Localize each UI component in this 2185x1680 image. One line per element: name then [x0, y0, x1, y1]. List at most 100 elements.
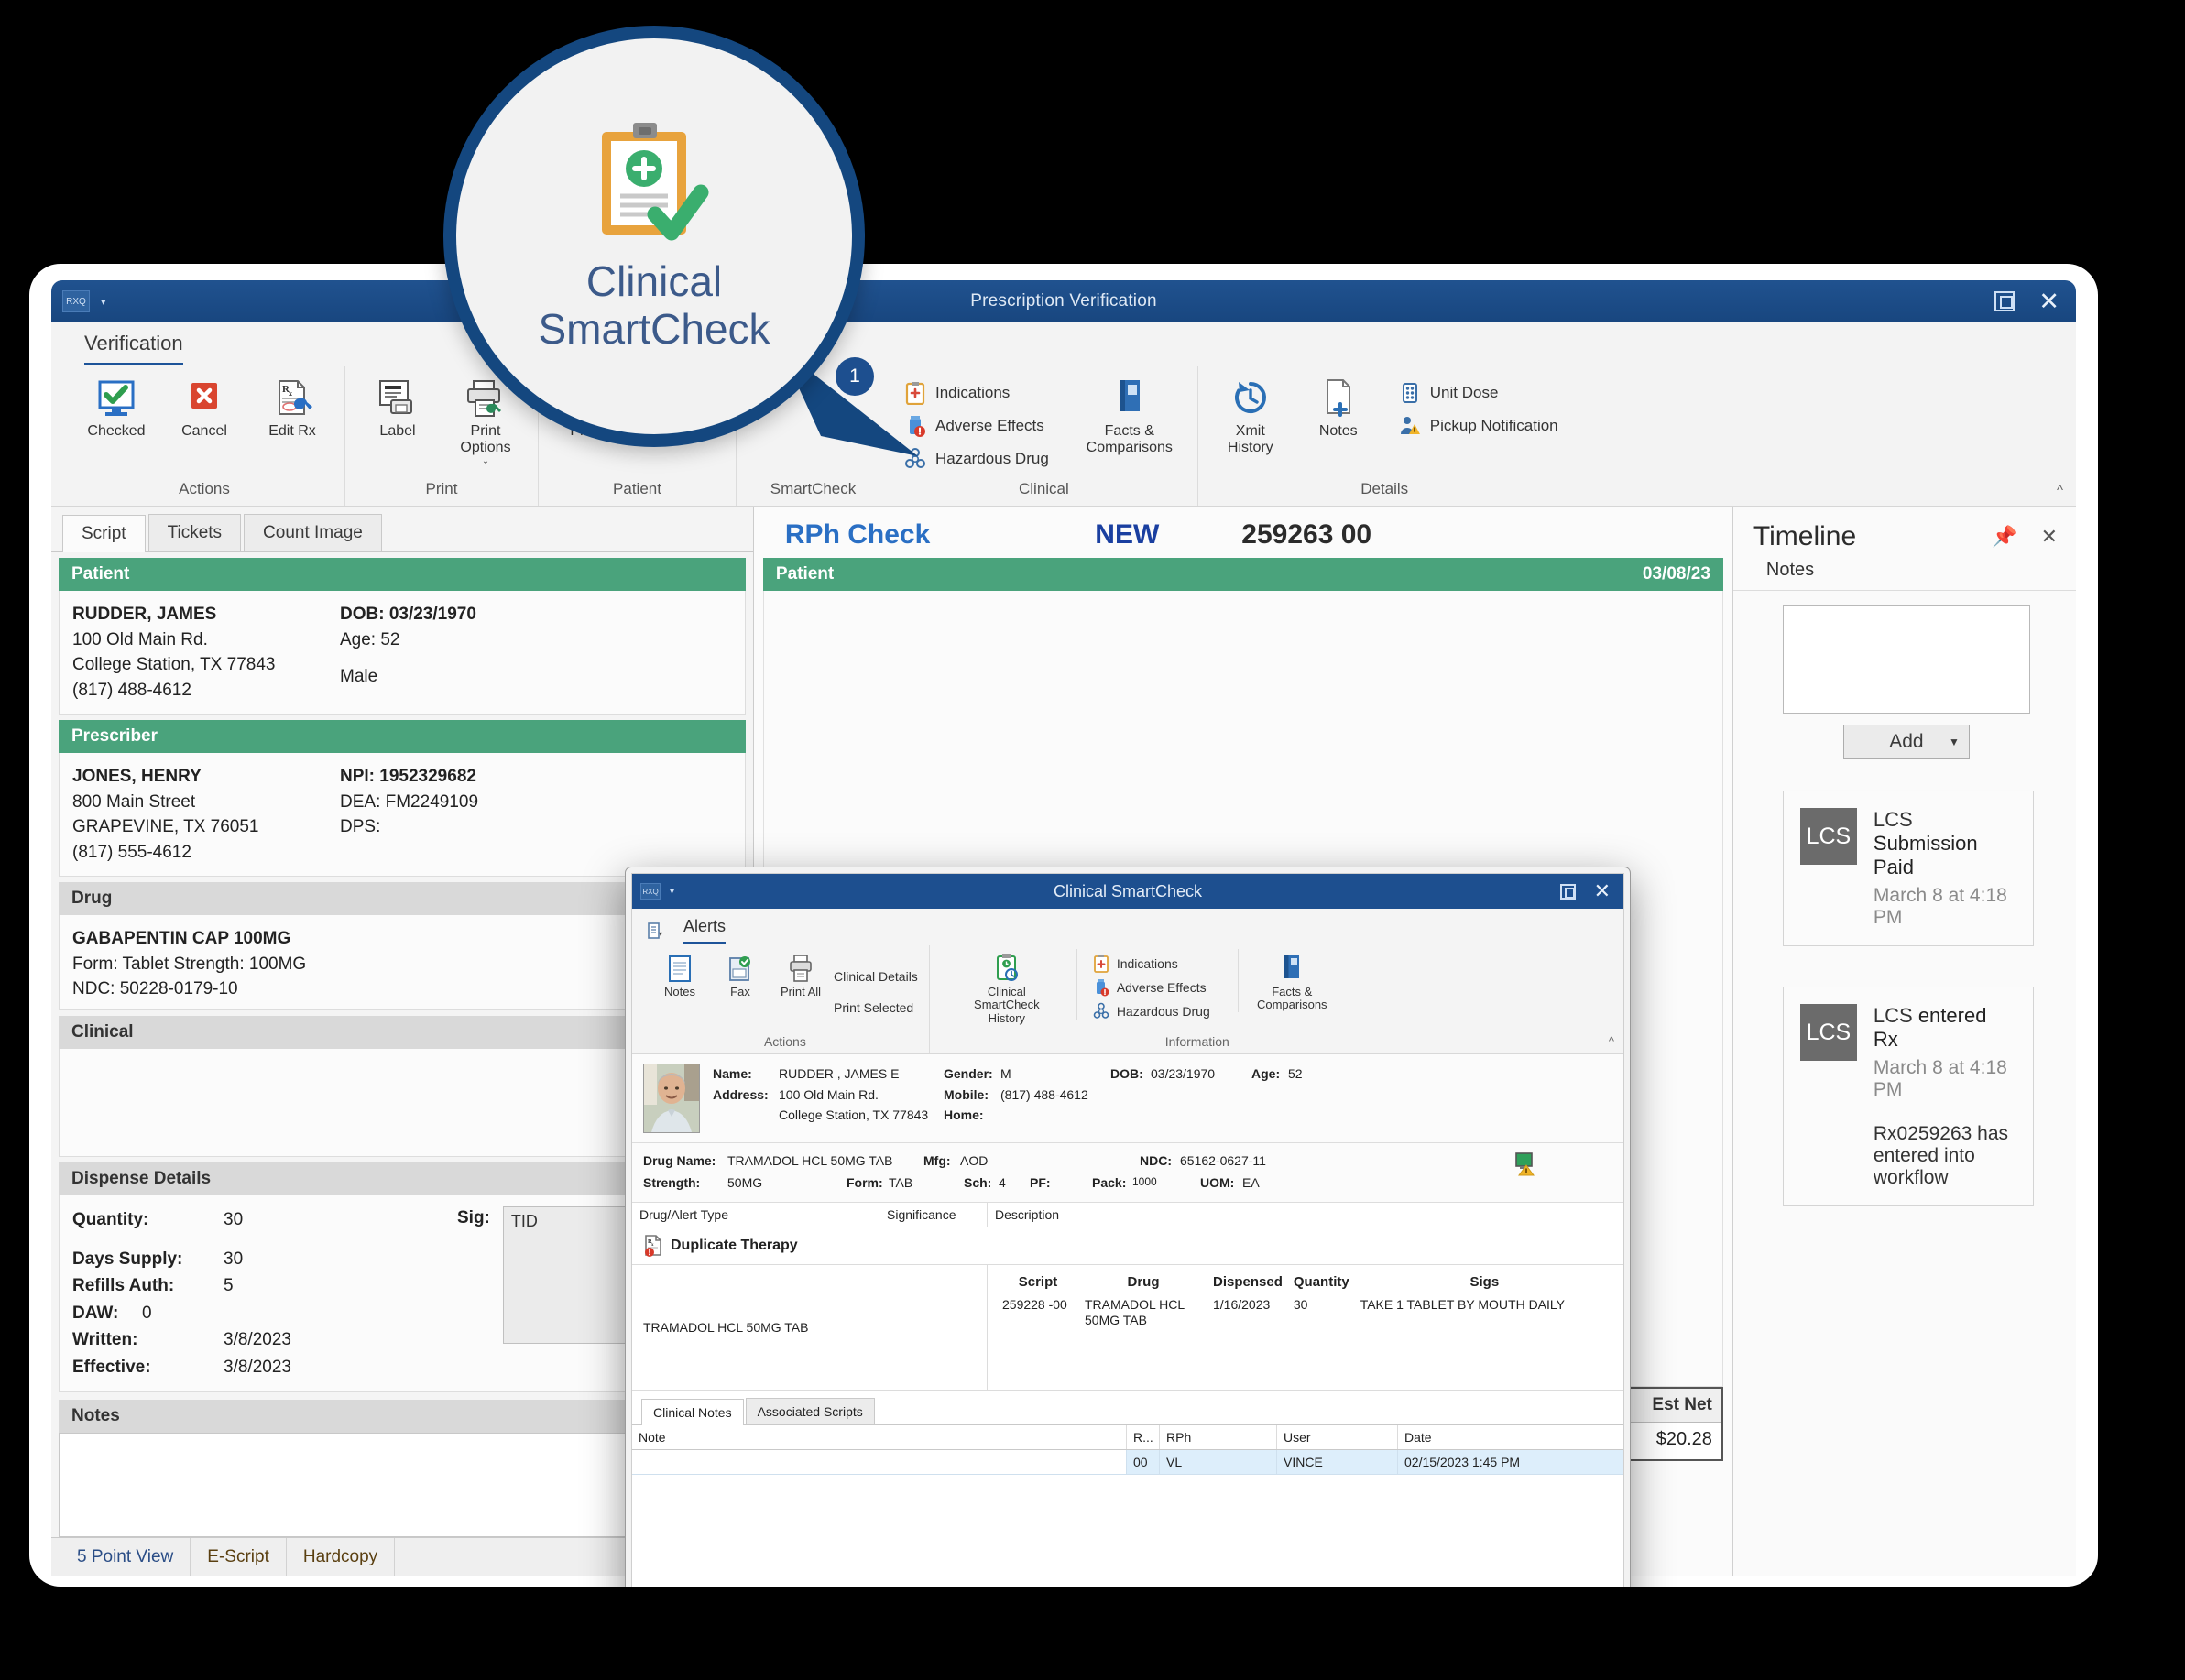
alert-column-headers: Drug/Alert Type Significance Description — [632, 1202, 1623, 1227]
detail-sigs: TAKE 1 TABLET BY MOUTH DAILY — [1360, 1296, 1565, 1312]
hazardous-drug-icon — [1092, 1002, 1110, 1020]
written-value: 3/8/2023 — [224, 1330, 291, 1350]
tab-tickets[interactable]: Tickets — [147, 514, 242, 551]
detail-dispensed: 1/16/2023 — [1213, 1296, 1271, 1312]
dialog-form-label: Form: — [847, 1174, 883, 1190]
add-note-button[interactable]: Add ▼ — [1842, 725, 1970, 759]
timeline-notes-label: Notes — [1732, 558, 2076, 591]
dialog-facts-comparisons-button[interactable]: Facts & Comparisons — [1237, 949, 1327, 1012]
chevron-up-icon[interactable]: ^ — [2057, 483, 2063, 498]
xmit-history-button[interactable]: Xmit History — [1211, 372, 1290, 456]
dialog-sch-value: 4 — [999, 1174, 1006, 1190]
table-row[interactable]: 259228 -00 TRAMADOL HCL 50MG TAB 1/16/20… — [997, 1293, 1614, 1333]
daw-value: 0 — [142, 1303, 152, 1323]
dialog-patient-block: Name: RUDDER , JAMES E Gender: M DOB: 03… — [632, 1054, 1623, 1143]
timeline-event-title: LCS entered Rx — [1874, 1004, 2016, 1052]
tab-5-point-view[interactable]: 5 Point View — [60, 1538, 191, 1576]
unit-dose-icon — [1398, 381, 1422, 405]
list-item[interactable]: LCS LCS entered Rx March 8 at 4:18 PM Rx… — [1782, 987, 2034, 1206]
list-item[interactable]: LCS LCS Submission Paid March 8 at 4:18 … — [1782, 791, 2034, 946]
checked-button-label: Checked — [87, 423, 146, 439]
application-shell: RXQ ▾ Prescription Verification ✕ Verifi… — [29, 264, 2098, 1587]
timeline-title: Timeline — [1753, 521, 1857, 551]
table-row[interactable]: 00 VL VINCE 02/15/2023 1:45 PM — [632, 1449, 1623, 1475]
patient-section-header: Patient — [59, 558, 746, 591]
monitor-check-icon — [96, 377, 137, 420]
notes-button[interactable]: Notes — [1299, 372, 1378, 440]
svg-text:▾: ▾ — [659, 930, 662, 938]
main-titlebar: RXQ ▾ Prescription Verification ✕ — [51, 280, 2076, 322]
window-title: Prescription Verification — [970, 291, 1157, 311]
dialog-smartcheck-history-button[interactable]: Clinical SmartCheck History — [963, 949, 1051, 1025]
refills-auth-value: 5 — [224, 1276, 234, 1296]
monitor-warning-icon — [1515, 1152, 1535, 1176]
timeline-note-input[interactable] — [1782, 605, 2030, 714]
patient-address-2: College Station, TX 77843 — [72, 655, 276, 675]
user-cell: VINCE — [1277, 1449, 1398, 1474]
checked-button[interactable]: Checked — [77, 372, 156, 440]
status-badge: NEW — [1095, 519, 1160, 550]
col-user: User — [1277, 1424, 1398, 1449]
dialog-facts-comparisons-label: Facts & Comparisons — [1256, 985, 1327, 1012]
close-icon[interactable]: ✕ — [1594, 881, 1611, 901]
detail-col-quantity: Quantity — [1293, 1273, 1349, 1290]
chevron-down-icon[interactable]: ˇ — [484, 459, 487, 474]
adverse-effects-icon — [1092, 978, 1110, 997]
dialog-fax-button-label: Fax — [730, 985, 750, 998]
center-patient-date: 03/08/23 — [1642, 564, 1710, 584]
pickup-notification-button-label: Pickup Notification — [1429, 417, 1558, 434]
close-icon[interactable]: ✕ — [2038, 289, 2059, 314]
ribbon-group-print-label: Print — [425, 480, 458, 497]
printer-icon — [787, 953, 814, 984]
notes-icon — [666, 953, 694, 984]
dialog-print-selected-button[interactable]: Print Selected — [834, 1000, 918, 1015]
dialog-print-all-button[interactable]: Print All — [773, 949, 828, 998]
pin-icon[interactable]: 📌 — [1992, 525, 2016, 549]
facts-comparisons-button[interactable]: Facts & Comparisons — [1075, 372, 1185, 456]
pickup-notification-button[interactable]: Pickup Notification — [1398, 414, 1558, 438]
tab-associated-scripts[interactable]: Associated Scripts — [745, 1397, 875, 1424]
script-tabstrip: Script Tickets Count Image — [51, 507, 753, 552]
chevron-down-icon[interactable]: ▼ — [1949, 736, 1960, 748]
quick-access-icon[interactable]: ▾ — [645, 921, 665, 941]
detail-drug: TRAMADOL HCL 50MG TAB — [1085, 1296, 1185, 1328]
tab-hardcopy[interactable]: Hardcopy — [287, 1538, 396, 1576]
cancel-button[interactable]: Cancel — [165, 372, 244, 440]
alert-title-row[interactable]: R x Duplicate Therapy — [632, 1227, 1623, 1264]
restore-icon[interactable] — [1559, 883, 1576, 900]
facts-comparisons-button-label: Facts & Comparisons — [1086, 423, 1173, 455]
ribbon-group-details: Xmit History Notes Unit Dose Pickup Noti… — [1196, 366, 1571, 506]
pickup-notification-icon — [1398, 414, 1422, 438]
close-icon[interactable]: ✕ — [2041, 525, 2058, 549]
dialog-tab-alerts[interactable]: Alerts — [683, 917, 727, 944]
tab-clinical-notes[interactable]: Clinical Notes — [641, 1398, 744, 1425]
unit-dose-button[interactable]: Unit Dose — [1398, 381, 1558, 405]
dialog-notes-button[interactable]: Notes — [652, 949, 707, 998]
dialog-hazardous-drug-button[interactable]: Hazardous Drug — [1092, 1002, 1210, 1020]
restore-icon[interactable] — [1994, 291, 2016, 311]
col-r: R... — [1127, 1424, 1160, 1449]
timeline-event-body: Rx0259263 has entered into workflow — [1873, 1123, 2009, 1188]
drug-section-title: Drug — [71, 889, 113, 909]
tab-count-image[interactable]: Count Image — [244, 514, 382, 551]
dialog-fax-button[interactable]: Fax — [713, 949, 768, 998]
dialog-group-information-label: Information — [1164, 1034, 1229, 1049]
dialog-indications-button[interactable]: Indications — [1092, 955, 1210, 973]
tab-script[interactable]: Script — [62, 515, 146, 552]
prescriber-name: JONES, HENRY — [72, 767, 202, 787]
dialog-uom-value: EA — [1242, 1174, 1260, 1190]
dialog-hazardous-drug-label: Hazardous Drug — [1116, 1004, 1210, 1019]
tab-e-script[interactable]: E-Script — [191, 1538, 287, 1576]
dialog-title: Clinical SmartCheck — [1053, 881, 1203, 900]
tab-verification[interactable]: Verification — [84, 332, 183, 365]
dialog-indications-label: Indications — [1116, 956, 1178, 971]
edit-rx-button[interactable]: R x Edit Rx — [253, 372, 332, 440]
label-button[interactable]: Label — [358, 372, 437, 440]
dialog-mobile-value: (817) 488-4612 — [1000, 1086, 1088, 1102]
duplicate-therapy-icon: R x — [643, 1234, 663, 1257]
label-button-label: Label — [379, 423, 416, 439]
chevron-up-icon[interactable]: ^ — [1609, 1034, 1614, 1048]
dialog-adverse-effects-button[interactable]: Adverse Effects — [1092, 978, 1210, 997]
dialog-clinical-details-button[interactable]: Clinical Details — [834, 969, 918, 984]
cancel-button-label: Cancel — [181, 423, 227, 439]
